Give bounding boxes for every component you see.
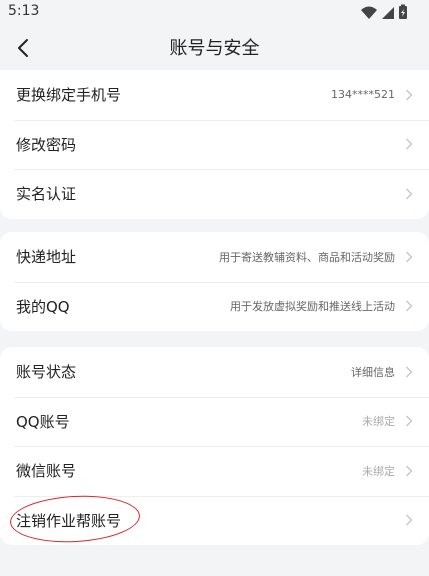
- row-label: QQ账号: [16, 412, 70, 431]
- chevron-right-icon: [406, 514, 413, 526]
- row-delivery-address[interactable]: 快递地址 用于寄送教辅资料、商品和活动奖励: [0, 232, 429, 282]
- chevron-right-icon: [406, 138, 413, 150]
- chevron-right-icon: [406, 251, 413, 263]
- battery-icon: [399, 4, 407, 19]
- chevron-right-icon: [406, 300, 413, 312]
- row-label: 账号状态: [16, 363, 77, 382]
- status-bar: 5:13: [0, 0, 429, 26]
- phone-number-value: 134****521: [331, 88, 395, 102]
- row-wechat-account[interactable]: 微信账号 未绑定: [0, 446, 429, 496]
- chevron-right-icon: [406, 89, 413, 101]
- settings-group-binding: 账号状态 详细信息 QQ账号 未绑定 微信账号 未绑定 注销作业帮账号: [0, 347, 429, 545]
- row-change-phone[interactable]: 更换绑定手机号 134****521: [0, 70, 429, 120]
- row-label: 实名认证: [16, 185, 77, 204]
- row-label: 快递地址: [16, 248, 77, 267]
- row-label: 修改密码: [16, 135, 77, 154]
- row-delete-account[interactable]: 注销作业帮账号: [0, 495, 429, 546]
- chevron-right-icon: [406, 188, 413, 200]
- row-qq-account[interactable]: QQ账号 未绑定: [0, 396, 429, 447]
- row-label: 注销作业帮账号: [16, 511, 122, 530]
- status-icons: [361, 4, 407, 19]
- row-description: 用于发放虚拟奖励和推送线上活动: [230, 300, 395, 314]
- chevron-right-icon: [406, 415, 413, 427]
- settings-group-account: 更换绑定手机号 134****521 修改密码 实名认证: [0, 70, 429, 219]
- wifi-icon: [361, 6, 377, 19]
- chevron-right-icon: [406, 366, 413, 378]
- row-change-password[interactable]: 修改密码: [0, 119, 429, 170]
- row-description: 详细信息: [351, 365, 395, 379]
- binding-status: 未绑定: [362, 415, 395, 429]
- row-real-name-verification[interactable]: 实名认证: [0, 169, 429, 219]
- status-time: 5:13: [8, 3, 40, 19]
- row-label: 我的QQ: [16, 297, 70, 316]
- chevron-right-icon: [406, 465, 413, 477]
- nav-bar: 账号与安全: [0, 26, 429, 70]
- row-label: 更换绑定手机号: [16, 86, 122, 105]
- page-title: 账号与安全: [169, 38, 260, 59]
- row-account-status[interactable]: 账号状态 详细信息: [0, 347, 429, 397]
- settings-group-contact: 快递地址 用于寄送教辅资料、商品和活动奖励 我的QQ 用于发放虚拟奖励和推送线上…: [0, 232, 429, 331]
- binding-status: 未绑定: [362, 464, 395, 478]
- row-my-qq[interactable]: 我的QQ 用于发放虚拟奖励和推送线上活动: [0, 281, 429, 332]
- signal-icon: [382, 7, 394, 19]
- row-description: 用于寄送教辅资料、商品和活动奖励: [219, 250, 395, 264]
- row-label: 微信账号: [16, 462, 77, 481]
